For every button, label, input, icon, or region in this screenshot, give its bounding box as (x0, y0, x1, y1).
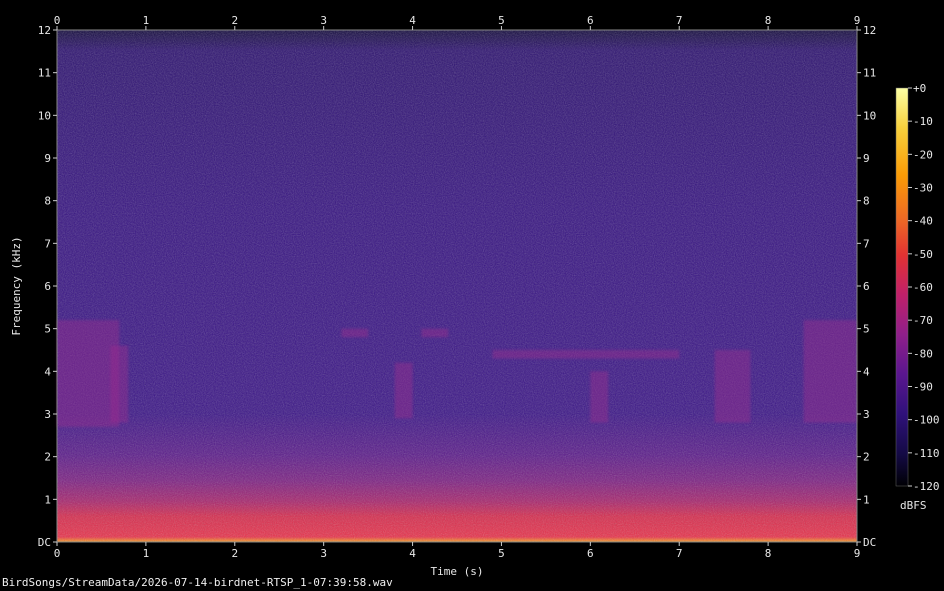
x-tick-label-top: 9 (854, 14, 861, 27)
x-tick-label: 0 (54, 547, 61, 560)
bird-call-event (421, 328, 449, 338)
y-axis-label: Frequency (kHz) (10, 236, 23, 335)
x-tick-label: 7 (676, 547, 683, 560)
colorbar-tick-label: -90 (913, 381, 933, 394)
bird-call-event (394, 362, 413, 419)
spectrogram-grain (57, 30, 857, 542)
x-axis-label: Time (s) (431, 565, 484, 578)
x-tick-label: 5 (498, 547, 505, 560)
y-tick-label: 5 (44, 323, 51, 336)
y-tick-label-right: 12 (863, 24, 876, 37)
y-tick-label-right: 2 (863, 451, 870, 464)
x-tick-label-top: 4 (409, 14, 416, 27)
y-tick-label-right: 10 (863, 109, 876, 122)
y-tick-label: 11 (38, 67, 51, 80)
bird-call-event (57, 320, 120, 427)
y-tick-label-right: 4 (863, 365, 870, 378)
y-tick-label-right: 3 (863, 408, 870, 421)
colorbar-tick-label: -80 (913, 347, 933, 360)
x-tick-label: 6 (587, 547, 594, 560)
y-tick-label: 8 (44, 195, 51, 208)
y-tick-label-right: 8 (863, 195, 870, 208)
colorbar-tick-label: -120 (913, 480, 940, 493)
x-tick-label: 4 (409, 547, 416, 560)
colorbar-tick-label: -20 (913, 148, 933, 161)
x-tick-label-top: 8 (765, 14, 772, 27)
colorbar-tick-label: -50 (913, 248, 933, 261)
y-tick-label-right: DC (863, 536, 876, 549)
y-tick-label: 10 (38, 109, 51, 122)
y-tick-label-right: 9 (863, 152, 870, 165)
colorbar-tick-label: -100 (913, 414, 940, 427)
colorbar-tick-label: +0 (913, 82, 926, 95)
bird-call-event (110, 345, 129, 423)
bird-call-event (803, 320, 857, 423)
colorbar-gradient (895, 87, 909, 487)
bird-call-event (341, 328, 369, 338)
x-tick-label: 8 (765, 547, 772, 560)
colorbar-label: dBFS (900, 499, 927, 512)
colorbar-tick-label: -30 (913, 182, 933, 195)
x-tick-label-top: 7 (676, 14, 683, 27)
x-tick-label-top: 3 (320, 14, 327, 27)
colorbar: +0 -10 -20 -30 -40 -50 -60 -70 -80 -90 -100 -110 -12… (895, 82, 940, 512)
colorbar-tick-label: -110 (913, 447, 940, 460)
x-tick-label-top: 5 (498, 14, 505, 27)
y-tick-label: DC (38, 536, 51, 549)
bird-call-event (590, 371, 609, 423)
y-tick-label-right: 7 (863, 237, 870, 250)
colorbar-ticks: +0 -10 -20 -30 -40 -50 -60 -70 -80 -90 -100 -110 -12… (908, 82, 940, 493)
y-tick-label: 6 (44, 280, 51, 293)
x-tick-label-top: 2 (231, 14, 238, 27)
y-tick-label: 7 (44, 237, 51, 250)
x-tick-label: 2 (231, 547, 238, 560)
colorbar-tick-label: -10 (913, 115, 933, 128)
y-tick-label: 4 (44, 365, 51, 378)
x-tick-label: 1 (143, 547, 150, 560)
x-tick-label: 3 (320, 547, 327, 560)
x-tick-label-top: 6 (587, 14, 594, 27)
bird-call-event (714, 350, 751, 423)
y-tick-label: 9 (44, 152, 51, 165)
colorbar-tick-label: -40 (913, 215, 933, 228)
file-path: BirdSongs/StreamData/2026-07-14-birdnet-… (2, 576, 393, 589)
y-tick-label-right: 11 (863, 67, 876, 80)
y-tick-label: 12 (38, 24, 51, 37)
y-tick-label-right: 6 (863, 280, 870, 293)
plot-area (56, 29, 858, 543)
y-tick-label: 2 (44, 451, 51, 464)
x-tick-label-top: 0 (54, 14, 61, 27)
y-tick-label: 1 (44, 493, 51, 506)
y-tick-label-right: 1 (863, 493, 870, 506)
x-tick-label: 9 (854, 547, 861, 560)
y-tick-label-right: 5 (863, 323, 870, 336)
colorbar-tick-label: -60 (913, 281, 933, 294)
spectrogram-chart: 00112233445566778899 DC DC1 12 23 34 45 56 67 78… (10, 14, 940, 578)
y-tick-label: 3 (44, 408, 51, 421)
bird-call-event (492, 350, 680, 359)
colorbar-tick-label: -70 (913, 314, 933, 327)
x-tick-label-top: 1 (143, 14, 150, 27)
